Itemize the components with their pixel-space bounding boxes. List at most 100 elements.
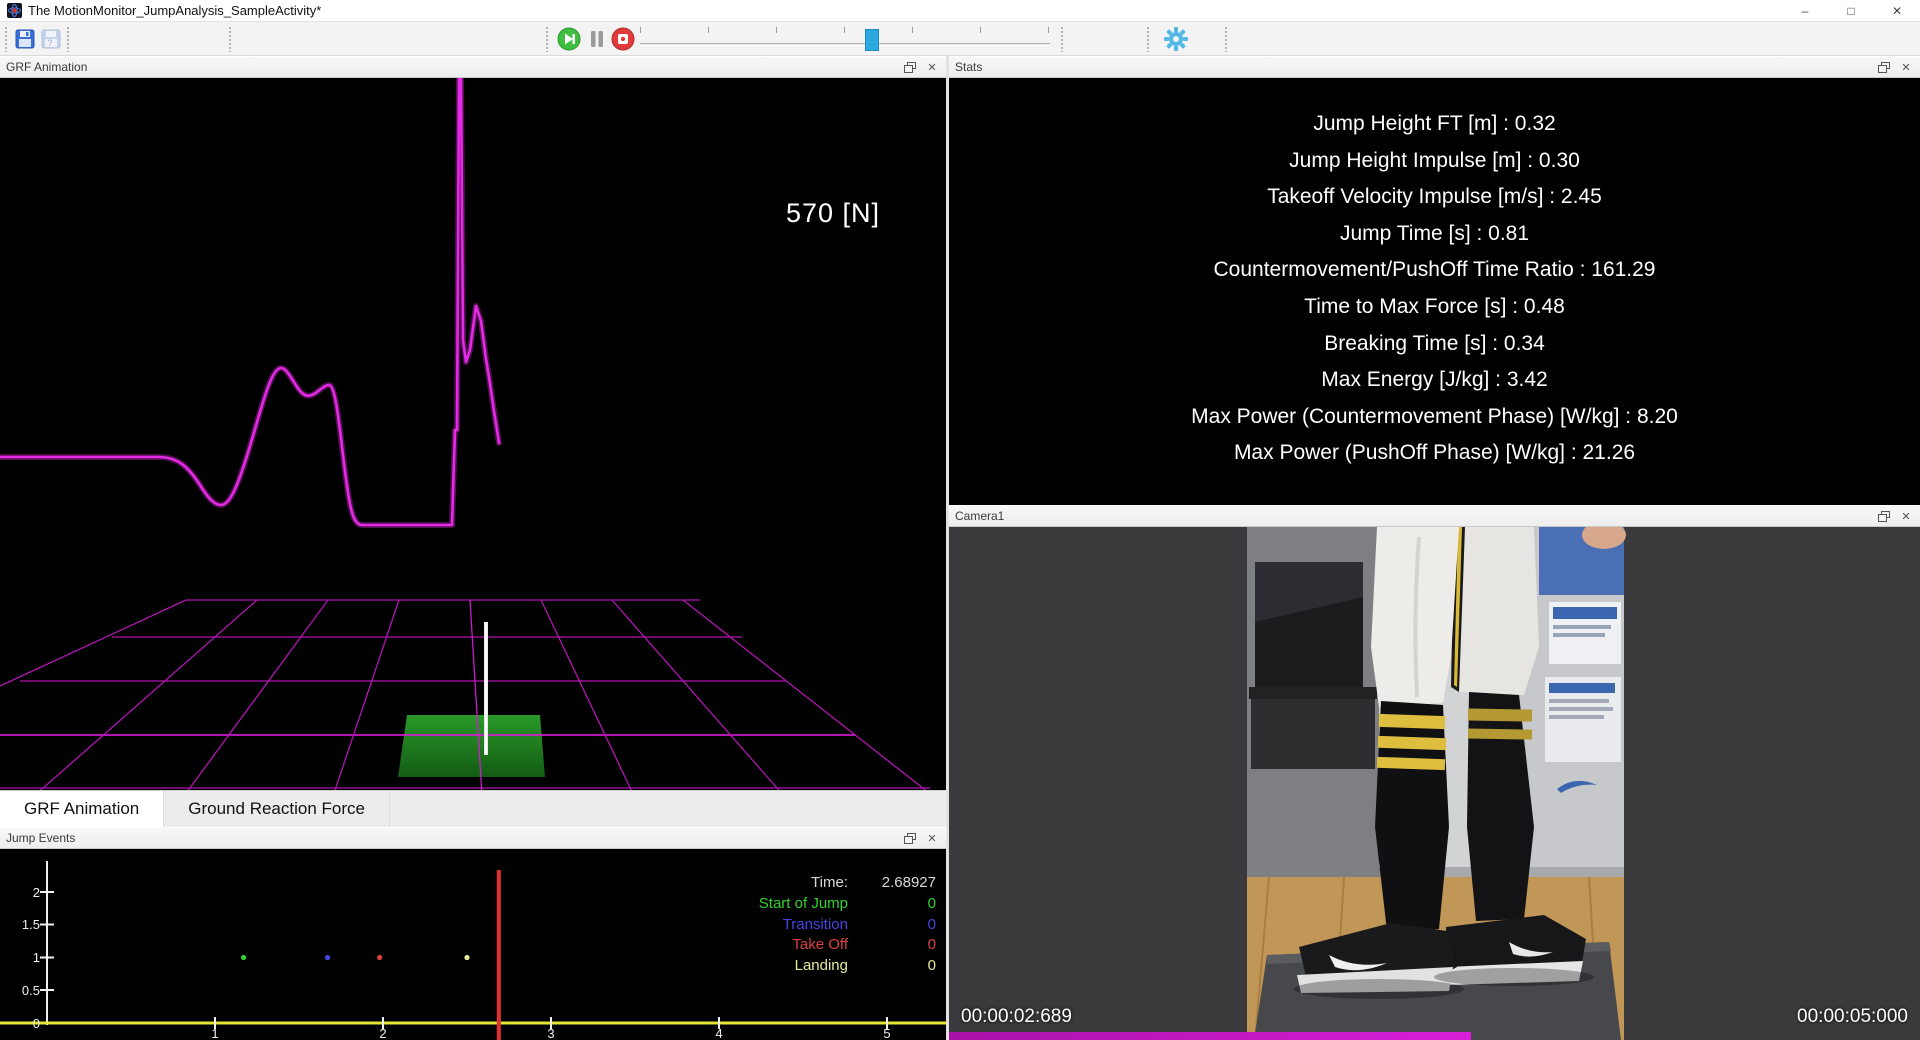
float-panel-icon[interactable] <box>1876 508 1892 524</box>
grf-3d-scene <box>0 78 946 790</box>
camera-video-frame <box>949 527 1920 1040</box>
stats-panel-title: Stats <box>955 60 982 74</box>
save-as-button[interactable]: ? <box>38 26 64 52</box>
x-tick-label: 2 <box>373 1026 393 1040</box>
grf-panel-header: GRF Animation ✕ <box>0 56 946 78</box>
maximize-button[interactable]: □ <box>1828 0 1874 22</box>
y-axis <box>40 861 54 1025</box>
main-toolbar: ? <box>0 22 1920 56</box>
stat-line: Countermovement/PushOff Time Ratio : 161… <box>949 252 1920 289</box>
x-tick-label: 5 <box>877 1026 897 1040</box>
event-marker-layer <box>241 955 470 960</box>
save-button[interactable] <box>12 26 38 52</box>
grf-tab-bar: GRF Animation Ground Reaction Force <box>0 790 946 827</box>
stats-display: Jump Height FT [m] : 0.32 Jump Height Im… <box>949 78 1920 505</box>
close-panel-icon[interactable]: ✕ <box>1898 59 1914 75</box>
video-image <box>1247 527 1626 1040</box>
toolbar-grip[interactable] <box>4 26 8 52</box>
toolbar-grip[interactable] <box>545 26 549 52</box>
stat-line: Breaking Time [s] : 0.34 <box>949 326 1920 363</box>
gear-icon <box>1163 26 1189 52</box>
maximize-icon: □ <box>1847 4 1854 18</box>
save-as-icon: ? <box>41 29 61 49</box>
video-total-time: 00:00:05:000 <box>1797 1006 1908 1028</box>
event-marker-take-off <box>377 955 382 960</box>
toolbar-grip[interactable] <box>1146 26 1150 52</box>
jump-events-chart: 2 1.5 1 0.5 0 1 2 3 4 5 Time: 2.68927 St… <box>0 849 946 1040</box>
grf-panel-title: GRF Animation <box>6 60 87 74</box>
tab-label: Ground Reaction Force <box>188 799 365 819</box>
y-tick-label: 0.5 <box>8 983 40 998</box>
close-icon: ✕ <box>1892 4 1902 18</box>
legend-start-of-jump-value: 0 <box>848 894 936 915</box>
timeline-slider-thumb[interactable] <box>865 29 879 51</box>
event-marker-start-of-jump <box>241 955 246 960</box>
timeline-ticks <box>640 27 1050 33</box>
jump-events-legend: Time: 2.68927 Start of Jump 0 Transition… <box>688 873 936 977</box>
camera-panel-title: Camera1 <box>955 509 1004 523</box>
y-tick-label: 1 <box>8 950 40 965</box>
legend-landing-label: Landing <box>688 956 848 977</box>
grf-animation-viewport: 570 [N] <box>0 78 946 790</box>
stat-line: Takeoff Velocity Impulse [m/s] : 2.45 <box>949 179 1920 216</box>
title-bar: The MotionMonitor_JumpAnalysis_SampleAct… <box>0 0 1920 22</box>
stat-line: Time to Max Force [s] : 0.48 <box>949 289 1920 326</box>
pause-button[interactable] <box>584 26 610 52</box>
minimize-button[interactable]: – <box>1782 0 1828 22</box>
toolbar-grip[interactable] <box>1060 26 1064 52</box>
legend-transition-value: 0 <box>848 915 936 936</box>
video-current-time: 00:00:02:689 <box>961 1006 1072 1028</box>
stat-line: Jump Height Impulse [m] : 0.30 <box>949 143 1920 180</box>
y-tick-label: 1.5 <box>8 917 40 932</box>
tab-grf-animation[interactable]: GRF Animation <box>0 791 164 827</box>
tab-ground-reaction-force[interactable]: Ground Reaction Force <box>164 791 390 827</box>
event-marker-transition <box>325 955 330 960</box>
close-panel-icon[interactable]: ✕ <box>924 830 940 846</box>
app-window: The MotionMonitor_JumpAnalysis_SampleAct… <box>0 0 1920 1040</box>
timeline-slider[interactable] <box>640 43 1050 46</box>
tab-label: GRF Animation <box>24 799 139 819</box>
app-icon <box>7 3 22 18</box>
record-icon <box>611 27 635 51</box>
legend-take-off-label: Take Off <box>688 935 848 956</box>
stat-line: Max Power (PushOff Phase) [W/kg] : 21.26 <box>949 435 1920 472</box>
play-button[interactable] <box>556 26 582 52</box>
y-tick-label: 0 <box>8 1016 40 1031</box>
float-panel-icon[interactable] <box>1876 59 1892 75</box>
stats-panel-header: Stats ✕ <box>949 56 1920 78</box>
legend-take-off-value: 0 <box>848 935 936 956</box>
toolbar-grip[interactable] <box>228 26 232 52</box>
x-tick-label: 1 <box>205 1026 225 1040</box>
legend-time-label: Time: <box>688 873 848 894</box>
force-readout: 570 [N] <box>786 198 880 229</box>
window-title: The MotionMonitor_JumpAnalysis_SampleAct… <box>28 3 321 18</box>
close-panel-icon[interactable]: ✕ <box>924 59 940 75</box>
record-button[interactable] <box>610 26 636 52</box>
legend-landing-value: 0 <box>848 956 936 977</box>
y-tick-label: 2 <box>8 885 40 900</box>
grf-curve <box>0 78 499 525</box>
legend-time-value: 2.68927 <box>848 873 936 894</box>
toolbar-grip[interactable] <box>1224 26 1228 52</box>
close-panel-icon[interactable]: ✕ <box>1898 508 1914 524</box>
stat-line: Max Energy [J/kg] : 3.42 <box>949 362 1920 399</box>
event-marker-landing <box>464 955 469 960</box>
svg-text:?: ? <box>47 38 52 48</box>
stat-line: Jump Time [s] : 0.81 <box>949 216 1920 253</box>
jump-events-panel-title: Jump Events <box>6 831 75 845</box>
x-tick-label: 4 <box>709 1026 729 1040</box>
close-button[interactable]: ✕ <box>1874 0 1920 22</box>
float-panel-icon[interactable] <box>902 59 918 75</box>
video-progress-bar[interactable] <box>949 1032 1471 1040</box>
camera-panel-header: Camera1 ✕ <box>949 505 1920 527</box>
toolbar-grip[interactable] <box>66 26 70 52</box>
stat-line: Max Power (Countermovement Phase) [W/kg]… <box>949 399 1920 436</box>
stat-line: Jump Height FT [m] : 0.32 <box>949 106 1920 143</box>
pause-icon <box>587 29 607 49</box>
minimize-icon: – <box>1802 4 1809 18</box>
float-panel-icon[interactable] <box>902 830 918 846</box>
jump-events-panel-header: Jump Events ✕ <box>0 827 946 849</box>
settings-button[interactable] <box>1163 26 1189 52</box>
camera-video-view: 00:00:02:689 00:00:05:000 <box>949 527 1920 1040</box>
legend-transition-label: Transition <box>688 915 848 936</box>
